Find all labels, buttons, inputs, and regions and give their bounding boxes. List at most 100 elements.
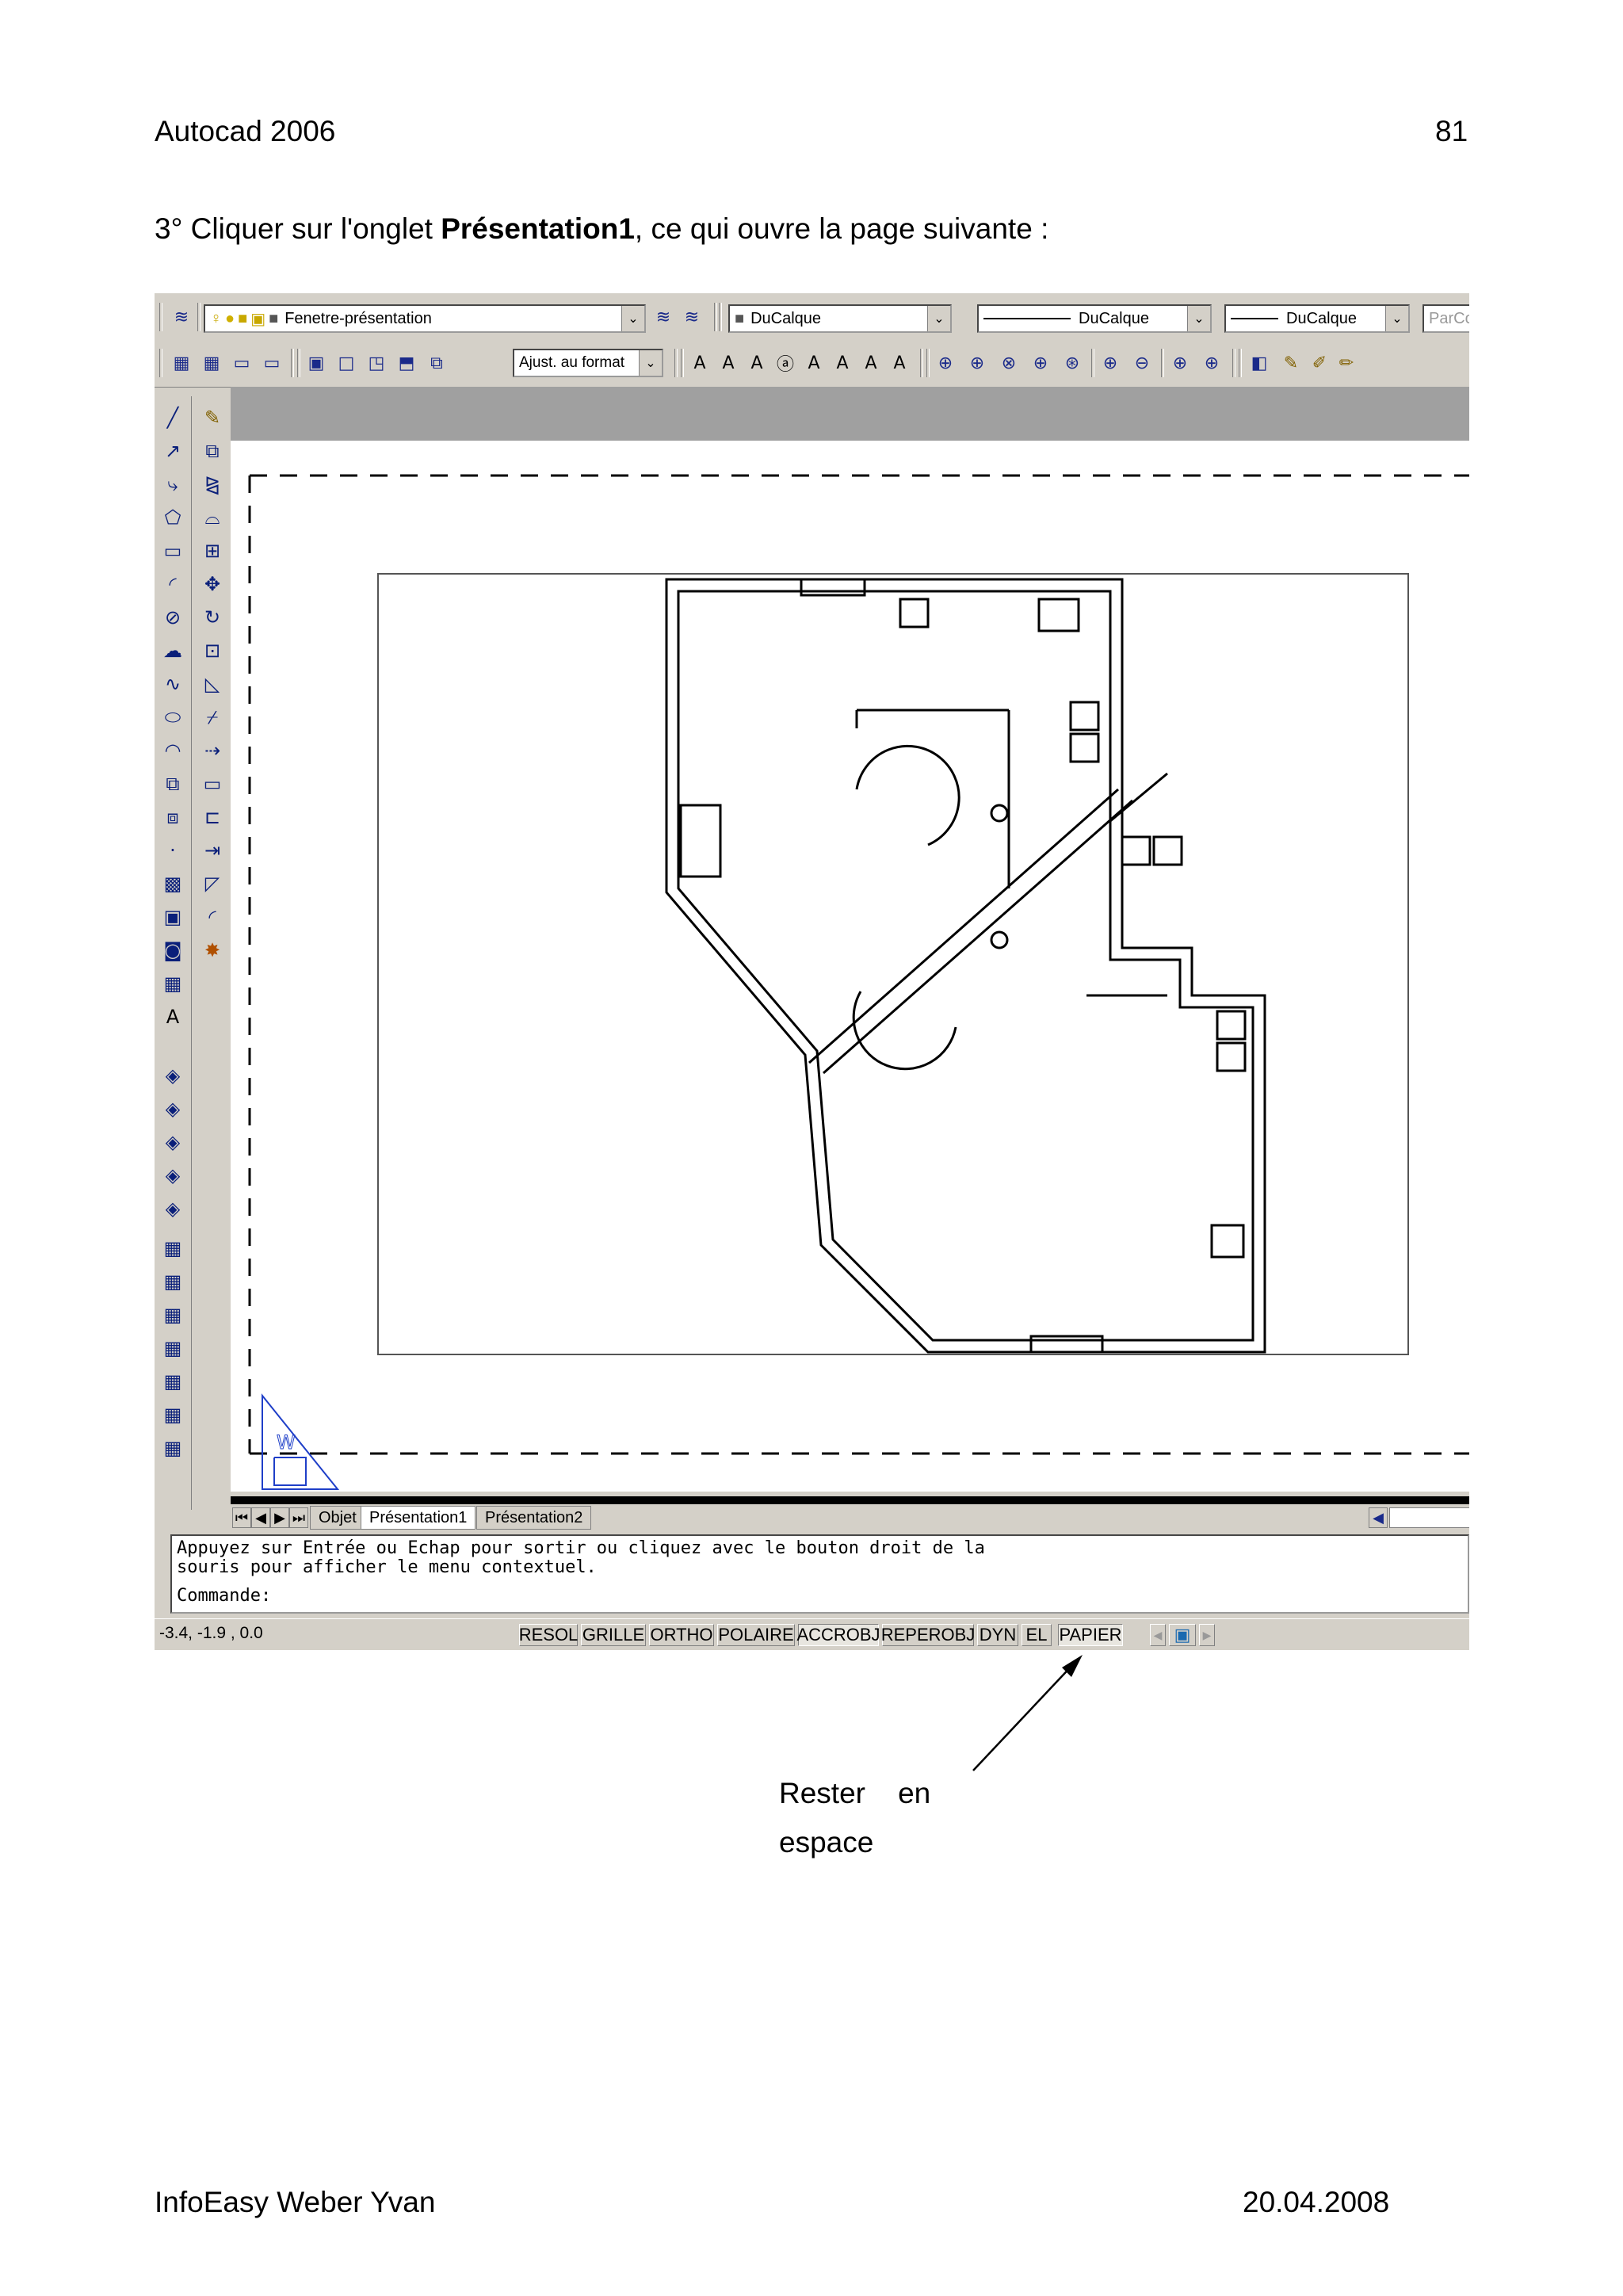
status-resol-button[interactable]: RESOL	[519, 1624, 578, 1646]
palette-tool-icon[interactable]: ▦	[159, 1235, 186, 1262]
plotstyle-combo[interactable]: ParCo	[1423, 304, 1469, 333]
status-dyn-button[interactable]: DYN	[977, 1624, 1018, 1646]
clip-viewport-icon[interactable]: ⧉	[426, 352, 448, 374]
table-icon[interactable]: ▦	[159, 970, 186, 997]
layer-manager-icon[interactable]: ≋	[170, 306, 193, 328]
paper-space-canvas[interactable]: W	[231, 441, 1469, 1492]
status-accrobj-button[interactable]: ACCROBJ	[796, 1624, 880, 1646]
zoom-scale-icon[interactable]: ⊕	[1029, 352, 1052, 374]
scroll-right-icon[interactable]: ▶	[1199, 1624, 1215, 1646]
spell-check-icon[interactable]: A	[803, 352, 825, 374]
palette-tool-icon[interactable]: ▦	[159, 1301, 186, 1328]
chevron-down-icon[interactable]: ⌄	[639, 350, 662, 376]
construction-line-icon[interactable]: ↗	[159, 437, 186, 464]
copy-icon[interactable]: ⧉	[199, 437, 226, 464]
scroll-left-icon[interactable]: ◀	[1150, 1624, 1166, 1646]
zoom-in-icon[interactable]: ⊕	[1099, 352, 1121, 374]
text-style-icon[interactable]: A	[831, 352, 854, 374]
viewport-icon[interactable]: ▦	[170, 352, 193, 374]
zoom-dynamic-icon[interactable]: ⊗	[998, 352, 1020, 374]
spline-icon[interactable]: ∿	[159, 670, 186, 697]
region-icon[interactable]: ◙	[159, 937, 186, 964]
line-icon[interactable]: ╱	[159, 404, 186, 431]
viewport-icon[interactable]: ▭	[231, 352, 253, 374]
linetype-combo[interactable]: DuCalque ⌄	[977, 304, 1212, 333]
viewport-scale-combo[interactable]: Ajust. au format ⌄	[513, 349, 663, 377]
horizontal-scrollbar[interactable]	[1389, 1507, 1469, 1528]
chevron-down-icon[interactable]: ⌄	[1385, 306, 1408, 331]
next-tab-icon[interactable]: ▶	[270, 1507, 289, 1528]
maximize-viewport-icon[interactable]: ▣	[1169, 1624, 1196, 1646]
pencil-icon[interactable]: ✐	[1308, 352, 1331, 374]
point-icon[interactable]: ·	[159, 837, 186, 864]
layer-previous-icon[interactable]: ≋	[681, 306, 703, 328]
first-tab-icon[interactable]: ⏮	[232, 1507, 251, 1528]
status-grille-button[interactable]: GRILLE	[581, 1624, 646, 1646]
dim-tool-icon[interactable]: ◈	[159, 1162, 186, 1189]
make-layer-current-icon[interactable]: ≋	[652, 306, 674, 328]
justify-text-icon[interactable]: A	[888, 352, 911, 374]
dim-tool-icon[interactable]: ◈	[159, 1062, 186, 1089]
zoom-all-icon[interactable]: ⊕	[1169, 352, 1191, 374]
fillet-icon[interactable]: ◜	[199, 904, 226, 930]
ellipse-arc-icon[interactable]: ◠	[159, 737, 186, 764]
text-icon[interactable]: A	[689, 352, 711, 374]
explode-icon[interactable]: ✸	[199, 937, 226, 964]
draw-order-icon[interactable]: ◧	[1248, 352, 1270, 374]
polygonal-viewport-icon[interactable]: ◳	[365, 352, 388, 374]
insert-block-icon[interactable]: ⧉	[159, 770, 186, 797]
palette-tool-icon[interactable]: ▦	[159, 1335, 186, 1362]
palette-tool-icon[interactable]: ▦	[159, 1268, 186, 1295]
make-block-icon[interactable]: ⧈	[159, 804, 186, 831]
move-icon[interactable]: ✥	[199, 571, 226, 598]
chevron-down-icon[interactable]: ⌄	[621, 306, 644, 331]
scale-icon[interactable]: ⊡	[199, 637, 226, 664]
viewport-icon[interactable]: ▭	[261, 352, 283, 374]
dim-tool-icon[interactable]: ◈	[159, 1095, 186, 1122]
status-reperobj-button[interactable]: REPEROBJ	[881, 1624, 975, 1646]
pencil-icon[interactable]: ✏	[1335, 352, 1358, 374]
join-icon[interactable]: ⇥	[199, 837, 226, 864]
viewport-icon[interactable]: ▦	[200, 352, 223, 374]
ellipse-icon[interactable]: ⬭	[159, 704, 186, 731]
stretch-icon[interactable]: ◺	[199, 670, 226, 697]
chamfer-icon[interactable]: ◸	[199, 870, 226, 897]
palette-tool-icon[interactable]: ▦	[159, 1401, 186, 1428]
palette-tool-icon[interactable]: ▦	[159, 1368, 186, 1395]
tab-presentation1[interactable]: Présentation1	[361, 1506, 476, 1530]
trim-icon[interactable]: ⌿	[199, 704, 226, 731]
revision-cloud-icon[interactable]: ☁	[159, 637, 186, 664]
single-viewport-icon[interactable]: □	[335, 352, 357, 374]
command-prompt[interactable]: Commande:	[177, 1587, 1463, 1606]
multiline-text-icon[interactable]: A	[717, 352, 739, 374]
status-ortho-button[interactable]: ORTHO	[649, 1624, 714, 1646]
scale-text-icon[interactable]: A	[860, 352, 882, 374]
dim-tool-icon[interactable]: ◈	[159, 1129, 186, 1156]
circle-icon[interactable]: ⊘	[159, 604, 186, 631]
color-combo[interactable]: ■ DuCalque ⌄	[728, 304, 952, 333]
rectangle-icon[interactable]: ▭	[159, 537, 186, 564]
command-window[interactable]: Appuyez sur Entrée ou Echap pour sortir …	[170, 1534, 1469, 1614]
display-viewports-icon[interactable]: ▣	[305, 352, 327, 374]
find-text-icon[interactable]: ⓐ	[774, 352, 796, 375]
status-papier-button[interactable]: PAPIER	[1058, 1624, 1123, 1646]
convert-viewport-icon[interactable]: ⬒	[395, 352, 418, 374]
gradient-icon[interactable]: ▣	[159, 904, 186, 930]
zoom-out-icon[interactable]: ⊖	[1131, 352, 1153, 374]
tab-presentation2[interactable]: Présentation2	[476, 1506, 592, 1530]
chevron-down-icon[interactable]: ⌄	[927, 306, 950, 331]
status-el-button[interactable]: EL	[1022, 1624, 1052, 1646]
prev-tab-icon[interactable]: ◀	[251, 1507, 270, 1528]
erase-icon[interactable]: ✎	[199, 404, 226, 431]
break-icon[interactable]: ⊏	[199, 804, 226, 831]
hatch-icon[interactable]: ▩	[159, 870, 186, 897]
edit-pencil-icon[interactable]: ✎	[1280, 352, 1302, 374]
tab-objet[interactable]: Objet	[310, 1506, 365, 1530]
layer-combo[interactable]: ♀ ● ■ ▣ ■ Fenetre-présentation ⌄	[204, 304, 646, 333]
status-polaire-button[interactable]: POLAIRE	[717, 1624, 795, 1646]
zoom-center-icon[interactable]: ⊛	[1061, 352, 1083, 374]
mirror-icon[interactable]: ⧎	[199, 471, 226, 498]
polygon-icon[interactable]: ⬠	[159, 504, 186, 531]
edit-text-icon[interactable]: A	[746, 352, 768, 374]
last-tab-icon[interactable]: ⏭	[289, 1507, 308, 1528]
